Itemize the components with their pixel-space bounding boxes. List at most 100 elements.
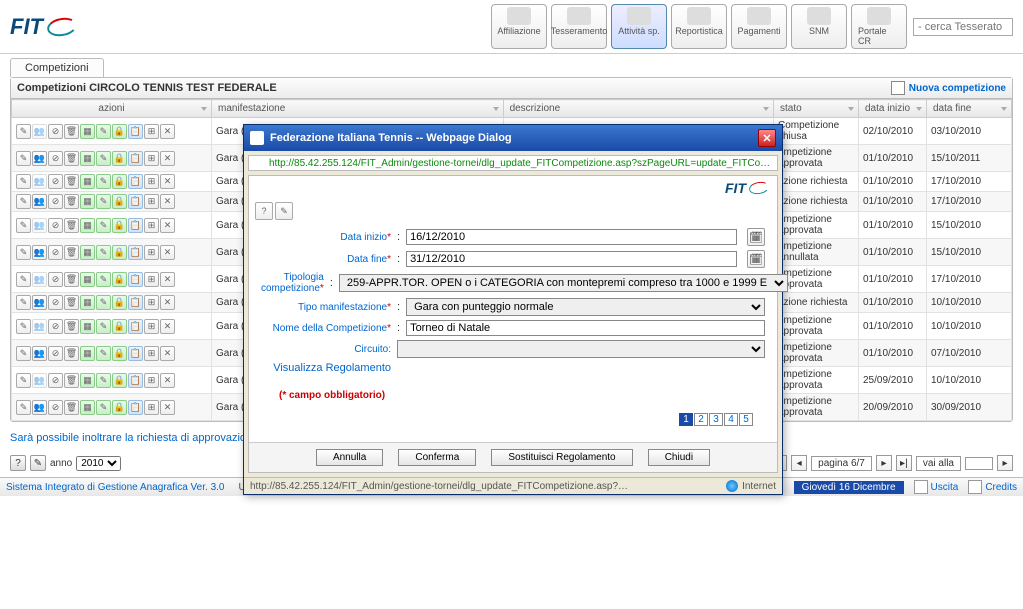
row-action-icon[interactable]: 🗑: [64, 151, 79, 166]
row-action-icon[interactable]: 🗑: [64, 346, 79, 361]
row-action-icon[interactable]: ▦: [80, 245, 95, 260]
nav-pagamenti[interactable]: Pagamenti: [731, 4, 787, 49]
row-action-icon[interactable]: 🔒: [112, 218, 127, 233]
row-action-icon[interactable]: ⊘: [48, 245, 63, 260]
dialog-page-1[interactable]: 1: [679, 413, 693, 426]
row-action-icon[interactable]: ✕: [160, 400, 175, 415]
row-action-icon[interactable]: ✎: [16, 295, 31, 310]
page-last[interactable]: ▸|: [896, 455, 912, 471]
col-descrizione[interactable]: descrizione: [503, 100, 773, 118]
row-action-icon[interactable]: ⊞: [144, 400, 159, 415]
row-action-icon[interactable]: 📋: [128, 245, 143, 260]
row-action-icon[interactable]: ⊞: [144, 174, 159, 189]
row-action-icon[interactable]: 📋: [128, 174, 143, 189]
row-action-icon[interactable]: 🔒: [112, 346, 127, 361]
link-visualizza-regolamento[interactable]: Visualizza Regolamento: [261, 362, 391, 374]
dlg-help-icon[interactable]: ?: [255, 202, 273, 220]
row-action-icon[interactable]: ✎: [16, 194, 31, 209]
select-circuito[interactable]: [397, 340, 765, 358]
row-action-icon[interactable]: 👥: [32, 400, 47, 415]
row-action-icon[interactable]: 👥: [32, 295, 47, 310]
row-action-icon[interactable]: ✎: [96, 272, 111, 287]
row-action-icon[interactable]: 🔒: [112, 272, 127, 287]
row-action-icon[interactable]: ⊞: [144, 124, 159, 139]
row-action-icon[interactable]: 🗑: [64, 400, 79, 415]
row-action-icon[interactable]: ⊞: [144, 151, 159, 166]
row-action-icon[interactable]: ⊞: [144, 218, 159, 233]
row-action-icon[interactable]: ✎: [96, 400, 111, 415]
row-action-icon[interactable]: ✎: [16, 151, 31, 166]
row-action-icon[interactable]: 🔒: [112, 124, 127, 139]
row-action-icon[interactable]: ⊘: [48, 295, 63, 310]
row-action-icon[interactable]: ✕: [160, 194, 175, 209]
row-action-icon[interactable]: 📋: [128, 295, 143, 310]
row-action-icon[interactable]: 👥: [32, 373, 47, 388]
row-action-icon[interactable]: ⊞: [144, 272, 159, 287]
row-action-icon[interactable]: ✕: [160, 218, 175, 233]
row-action-icon[interactable]: ⊘: [48, 346, 63, 361]
dialog-page-2[interactable]: 2: [694, 413, 708, 426]
row-action-icon[interactable]: ▦: [80, 295, 95, 310]
row-action-icon[interactable]: ▦: [80, 194, 95, 209]
row-action-icon[interactable]: ▦: [80, 124, 95, 139]
row-action-icon[interactable]: ⊞: [144, 373, 159, 388]
anno-select[interactable]: 2010: [76, 456, 121, 471]
row-action-icon[interactable]: ⊞: [144, 295, 159, 310]
row-action-icon[interactable]: ⊘: [48, 373, 63, 388]
tool-icon[interactable]: ✎: [30, 455, 46, 471]
row-action-icon[interactable]: ✎: [16, 319, 31, 334]
dialog-page-4[interactable]: 4: [724, 413, 738, 426]
row-action-icon[interactable]: 👥: [32, 346, 47, 361]
btn-sostituisci[interactable]: Sostituisci Regolamento: [491, 449, 632, 466]
row-action-icon[interactable]: ⊘: [48, 272, 63, 287]
row-action-icon[interactable]: 🗑: [64, 295, 79, 310]
row-action-icon[interactable]: ✎: [16, 174, 31, 189]
row-action-icon[interactable]: ✎: [96, 151, 111, 166]
row-action-icon[interactable]: ⊘: [48, 218, 63, 233]
row-action-icon[interactable]: ✎: [96, 194, 111, 209]
row-action-icon[interactable]: 👥: [32, 245, 47, 260]
select-tipologia[interactable]: 259-APPR.TOR. OPEN o i CATEGORIA con mon…: [339, 274, 788, 292]
nav-tesseramento[interactable]: Tesseramento: [551, 4, 607, 49]
col-data-inizio[interactable]: data inizio: [859, 100, 927, 118]
row-action-icon[interactable]: ✎: [96, 295, 111, 310]
row-action-icon[interactable]: 👥: [32, 151, 47, 166]
nav-portale-cr[interactable]: Portale CR: [851, 4, 907, 49]
help-icon[interactable]: ?: [10, 455, 26, 471]
dialog-page-3[interactable]: 3: [709, 413, 723, 426]
row-action-icon[interactable]: 👥: [32, 319, 47, 334]
row-action-icon[interactable]: ✎: [16, 218, 31, 233]
row-action-icon[interactable]: 🗑: [64, 194, 79, 209]
credits-button[interactable]: Credits: [968, 480, 1017, 494]
row-action-icon[interactable]: ▦: [80, 151, 95, 166]
row-action-icon[interactable]: ⊘: [48, 319, 63, 334]
row-action-icon[interactable]: 🗑: [64, 272, 79, 287]
row-action-icon[interactable]: 🗑: [64, 245, 79, 260]
row-action-icon[interactable]: 👥: [32, 272, 47, 287]
row-action-icon[interactable]: ✕: [160, 174, 175, 189]
select-tipo-manifestazione[interactable]: Gara con punteggio normale: [406, 298, 765, 316]
row-action-icon[interactable]: ⊞: [144, 319, 159, 334]
row-action-icon[interactable]: 🔒: [112, 400, 127, 415]
input-data-fine[interactable]: [406, 251, 737, 267]
page-prev[interactable]: ◂: [791, 455, 807, 471]
row-action-icon[interactable]: ⊘: [48, 151, 63, 166]
row-action-icon[interactable]: 👥: [32, 218, 47, 233]
row-action-icon[interactable]: ⊘: [48, 124, 63, 139]
nav-reportistica[interactable]: Reportistica: [671, 4, 727, 49]
row-action-icon[interactable]: ▦: [80, 319, 95, 334]
row-action-icon[interactable]: ✎: [16, 346, 31, 361]
row-action-icon[interactable]: ✎: [96, 373, 111, 388]
row-action-icon[interactable]: 🗑: [64, 174, 79, 189]
row-action-icon[interactable]: ⊘: [48, 174, 63, 189]
col-data-fine[interactable]: data fine: [927, 100, 1012, 118]
tab-competizioni[interactable]: Competizioni: [10, 58, 104, 77]
row-action-icon[interactable]: ⊞: [144, 194, 159, 209]
row-action-icon[interactable]: ✎: [16, 272, 31, 287]
row-action-icon[interactable]: ▦: [80, 373, 95, 388]
row-action-icon[interactable]: ✎: [16, 373, 31, 388]
row-action-icon[interactable]: 👥: [32, 194, 47, 209]
row-action-icon[interactable]: 🗑: [64, 373, 79, 388]
row-action-icon[interactable]: ⊞: [144, 245, 159, 260]
row-action-icon[interactable]: 🔒: [112, 151, 127, 166]
